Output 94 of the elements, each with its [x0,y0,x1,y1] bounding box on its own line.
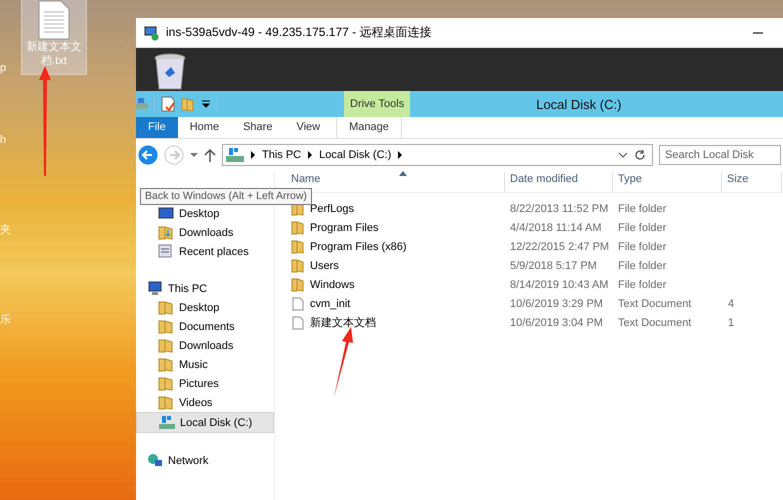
refresh-icon[interactable] [634,149,646,161]
drive-icon [136,97,148,111]
drive-tools-label: Drive Tools [344,91,410,117]
type-cell-text: Text Document [617,298,692,310]
date-cell-text: 12/22/2015 2:47 PM [509,240,610,252]
tooltip: Back to Windows (Alt + Left Arrow) [140,188,312,205]
nav-item[interactable]: Downloads [136,336,274,355]
nav-item[interactable]: Videos [136,393,274,412]
date-cell-text: 4/4/2018 11:14 AM [509,222,603,234]
breadcrumb-item[interactable]: This PC [262,149,302,161]
up-arrow-icon[interactable] [204,148,216,162]
nav-item-icon [158,376,174,391]
nav-item-icon [158,357,174,372]
ribbon-tab[interactable]: Home [178,117,232,138]
ribbon-tab[interactable]: View [284,117,332,138]
dropdown-icon[interactable] [618,151,628,159]
breadcrumb-item[interactable]: Local Disk (C:) [319,149,392,161]
nav-item-icon [158,206,174,221]
back-icon[interactable] [138,145,158,165]
document-icon [291,316,305,330]
desktop-icon-label: 夹 [0,223,11,237]
recent-locations-icon[interactable] [190,151,198,159]
nav-item[interactable]: Local Disk (C:) [136,412,274,433]
ribbon-tab[interactable]: Share [231,117,284,138]
nav-item-icon [158,319,174,334]
address-bar[interactable]: This PC Local Disk (C:) [222,144,653,166]
nav-item-icon [158,225,174,240]
type-cell-text: File folder [617,260,668,272]
date-cell-text: 10/6/2019 3:29 PM [509,298,604,310]
ribbon-tab[interactable]: File [136,117,178,138]
nav-item[interactable]: Desktop [136,204,274,223]
nav-item-icon [158,244,174,259]
folder-icon [291,220,305,234]
folder-icon [291,278,305,292]
nav-item[interactable]: This PC [136,279,274,298]
nav-item[interactable]: Downloads [136,223,274,242]
desktop-icon-label: h [0,134,6,146]
file-row[interactable]: Windows 8/14/2019 10:43 AM File folder [275,275,783,294]
dropdown-icon[interactable] [201,99,211,109]
folder-icon [291,240,305,254]
nav-item-icon [147,453,163,468]
nav-item-icon [158,338,174,353]
file-name: PerfLogs [310,202,354,214]
folder-icon [291,258,305,272]
file-row[interactable]: Program Files (x86) 12/22/2015 2:47 PM File folder [275,237,783,256]
nav-item-icon [159,415,175,430]
type-cell-text: Text Document [617,316,692,328]
nav-item-icon [147,281,163,296]
drive-icon [226,147,244,163]
file-row[interactable]: 新建文本文档 10/6/2019 3:04 PM Text Document 1 [275,313,783,332]
file-row[interactable]: Program Files 4/4/2018 11:14 AM File folder [275,218,783,237]
remote-desktop-icon [144,24,160,40]
type-cell-text: File folder [617,222,668,234]
properties-icon[interactable] [161,96,175,112]
date-cell-text: 5/9/2018 5:17 PM [509,260,598,272]
file-row[interactable]: cvm_init 10/6/2019 3:29 PM Text Document 4 [275,294,783,313]
desktop-icon-label: 乐 [0,313,11,327]
nav-item[interactable]: Music [136,355,274,374]
date-cell-text: 8/14/2019 10:43 AM [509,278,610,290]
file-name: Program Files [310,222,378,234]
window-title: ins-539a5vdv-49 - 49.235.175.177 - 远程桌面连接 [166,24,432,41]
type-cell-text: File folder [617,240,668,252]
file-name: Program Files (x86) [310,240,407,252]
date-cell-text: 10/6/2019 3:04 PM [509,316,604,328]
chevron-icon[interactable] [307,151,314,159]
chevron-icon[interactable] [397,151,404,159]
document-icon [291,296,305,310]
recycle-bin-icon[interactable] [153,53,187,91]
size-cell-text: 1 [727,316,736,328]
chevron-icon[interactable] [250,151,256,159]
search-field[interactable]: Search Local Disk [659,145,781,165]
type-cell-text: File folder [617,202,668,214]
desktop-icon-label: p [0,62,6,74]
size-cell-text: 4 [727,298,736,310]
column-header[interactable]: Size [722,172,782,192]
file-name: Windows [310,278,355,290]
file-name: 新建文本文档 [310,316,376,330]
file-row[interactable]: Users 5/9/2018 5:17 PM File folder [275,256,783,275]
type-cell-text: File folder [617,278,668,290]
nav-item[interactable]: Network [136,451,274,470]
nav-item-icon [158,395,174,410]
file-name: cvm_init [310,298,350,310]
ribbon-tab[interactable]: Manage [336,117,402,138]
nav-item[interactable]: Desktop [136,298,274,317]
nav-item[interactable]: Recent places [136,242,274,261]
nav-item[interactable]: Documents [136,317,274,336]
file-name: Users [310,260,339,272]
sort-arrow-icon [399,171,407,176]
column-header[interactable]: Type [613,172,722,192]
date-cell-text: 8/22/2013 11:52 PM [509,202,610,214]
nav-item[interactable]: Pictures [136,374,274,393]
column-header[interactable]: Date modified [505,172,613,192]
nav-item-icon [158,300,174,315]
explorer-title: Local Disk (C:) [536,96,622,112]
